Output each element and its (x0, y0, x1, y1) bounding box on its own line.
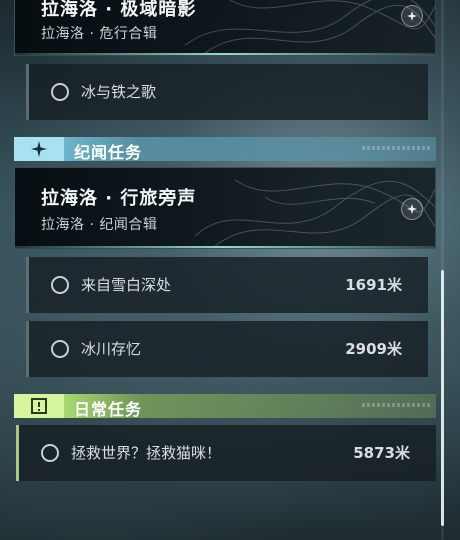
quest-group-title: 拉海洛 · 行旅旁声 (41, 188, 197, 209)
region-emblem-icon (401, 5, 423, 27)
four-point-star-icon (14, 137, 64, 161)
quest-item-name: 冰川存忆 (81, 340, 142, 358)
quest-item-distance: 1691米 (345, 276, 402, 294)
quest-item-distance: 2909米 (345, 340, 402, 358)
quest-item-distance: 5873米 (353, 444, 410, 462)
quest-status-circle-icon (41, 444, 59, 462)
quest-group-subtitle: 拉海洛 · 纪闻合辑 (41, 217, 158, 233)
card-glow-line (15, 246, 435, 248)
contour-map-decoration (184, 0, 435, 54)
quest-item[interactable]: 来自雪白深处 1691米 (26, 257, 428, 313)
quest-status-circle-icon (51, 83, 69, 101)
quest-item-name: 冰与铁之歌 (81, 83, 157, 101)
section-title: 纪闻任务 (74, 143, 143, 162)
section-header-daily: 日常任务 (14, 394, 436, 419)
contour-map-decoration (194, 179, 435, 247)
section-decoration (362, 146, 432, 150)
quest-item[interactable]: 冰与铁之歌 (26, 64, 428, 120)
quest-group-card-top[interactable]: 拉海洛 · 极域暗影 拉海洛 · 危行合辑 (14, 0, 436, 56)
quest-item[interactable]: 冰川存忆 2909米 (26, 321, 428, 377)
quest-status-circle-icon (51, 340, 69, 358)
quest-status-circle-icon (51, 276, 69, 294)
section-header-story: 纪闻任务 (14, 137, 436, 162)
alert-box-icon (14, 394, 64, 418)
card-glow-line (15, 53, 435, 55)
quest-item-name: 来自雪白深处 (81, 276, 172, 294)
region-emblem-icon (401, 198, 423, 220)
section-title: 日常任务 (74, 400, 143, 419)
quest-item[interactable]: 拯救世界？拯救猫咪！ 5873米 (16, 425, 436, 481)
quest-group-title: 拉海洛 · 极域暗影 (41, 0, 197, 20)
quest-group-subtitle: 拉海洛 · 危行合辑 (41, 26, 158, 42)
scrollbar-thumb[interactable] (441, 270, 444, 526)
quest-list-panel: 拉海洛 · 极域暗影 拉海洛 · 危行合辑 冰与铁之歌 纪闻任务 拉海洛 · 行… (0, 0, 460, 540)
quest-group-card-story[interactable]: 拉海洛 · 行旅旁声 拉海洛 · 纪闻合辑 (14, 167, 436, 249)
quest-item-name: 拯救世界？拯救猫咪！ (71, 444, 222, 462)
section-decoration (362, 403, 432, 407)
